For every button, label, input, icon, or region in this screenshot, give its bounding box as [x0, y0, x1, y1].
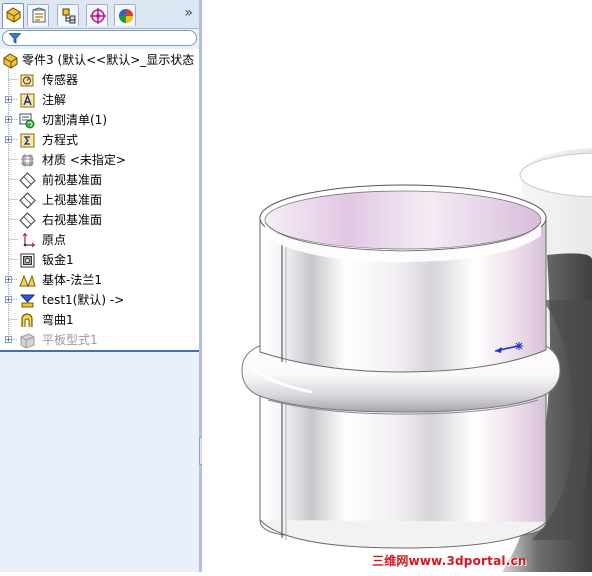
tree-item-annotations[interactable]: + 注解 [0, 90, 199, 110]
tree-item-label: 钣金1 [42, 253, 74, 267]
feature-manager-panel: » 零件3 (默认<<默认>_显示状态 传感器 + 注解 + 切割清单(1) +… [0, 0, 199, 572]
expand-toggle-icon[interactable]: + [5, 116, 12, 124]
tab-display-manager[interactable] [114, 4, 136, 26]
tree-item-cut-list[interactable]: + 切割清单(1) [0, 110, 199, 130]
tree-item-label: 注解 [42, 93, 67, 107]
watermark-text: 三维网www.3dportal.cn [372, 554, 527, 568]
tree-bottom-border [0, 350, 199, 352]
main-cylinder[interactable] [241, 184, 561, 549]
tree-item-label: 切割清单(1) [42, 113, 107, 127]
tree-item-label: 传感器 [42, 73, 79, 87]
plane-icon [19, 212, 36, 229]
tree-item-sensors[interactable]: 传感器 [0, 70, 199, 90]
tree-item-top-plane[interactable]: 上视基准面 [0, 190, 199, 210]
manager-tabs: » [0, 0, 199, 29]
tree-item-front-plane[interactable]: 前视基准面 [0, 170, 199, 190]
sheet-metal-icon [19, 252, 36, 269]
tree-item-origin[interactable]: 原点 [0, 230, 199, 250]
tree-item-right-plane[interactable]: 右视基准面 [0, 210, 199, 230]
annotation-icon [19, 92, 36, 109]
tree-item-label: 前视基准面 [42, 173, 103, 187]
configuration-manager-icon [62, 8, 76, 24]
expand-toggle-icon[interactable]: + [5, 336, 12, 344]
bend-icon [19, 312, 36, 329]
collapse-panel-chevron-icon[interactable]: » [184, 6, 193, 20]
feature-manager-icon [6, 7, 21, 23]
origin-icon [19, 232, 36, 249]
expand-toggle-icon[interactable]: + [5, 296, 12, 304]
property-manager-icon [32, 7, 46, 23]
tree-item-label: 零件3 (默认<<默认>_显示状态 [22, 53, 195, 67]
plane-icon [19, 172, 36, 189]
tree-item-label: 材质 <未指定> [42, 153, 126, 167]
base-flange-icon [19, 272, 36, 289]
tab-dimxpert-manager[interactable] [86, 4, 108, 26]
material-icon [19, 152, 36, 169]
plane-icon [19, 192, 36, 209]
library-feature-icon [19, 292, 36, 309]
tree-item-bend[interactable]: 弯曲1 [0, 310, 199, 330]
expand-toggle-icon[interactable]: + [5, 136, 12, 144]
tree-item-root-part[interactable]: 零件3 (默认<<默认>_显示状态 [0, 50, 199, 70]
tree-item-label: 上视基准面 [42, 193, 103, 207]
expand-toggle-icon[interactable]: + [5, 96, 12, 104]
filter-icon[interactable] [9, 33, 21, 44]
tree-item-label: 右视基准面 [42, 213, 103, 227]
tab-feature-manager[interactable] [2, 3, 24, 28]
display-manager-icon [119, 9, 133, 23]
feature-tree: 零件3 (默认<<默认>_显示状态 传感器 + 注解 + 切割清单(1) + 方… [0, 49, 199, 352]
tree-item-equations[interactable]: + 方程式 [0, 130, 199, 150]
part-icon [2, 52, 19, 69]
tree-item-label: 方程式 [42, 133, 79, 147]
tree-item-sheet-metal[interactable]: 钣金1 [0, 250, 199, 270]
equation-icon [19, 132, 36, 149]
cut-list-icon [19, 112, 36, 129]
tree-item-label: 弯曲1 [42, 313, 74, 327]
tree-item-label: 基体-法兰1 [42, 273, 102, 287]
flat-pattern-icon [19, 332, 36, 349]
tree-item-test1[interactable]: + test1(默认) -> [0, 290, 199, 310]
sensor-icon [19, 72, 36, 89]
tree-filter-field[interactable] [2, 30, 197, 46]
expand-toggle-icon[interactable]: + [5, 276, 12, 284]
dimxpert-manager-icon [90, 8, 106, 24]
graphics-viewport[interactable]: 三维网www.3dportal.cn [202, 0, 592, 573]
tree-item-material[interactable]: 材质 <未指定> [0, 150, 199, 170]
tree-item-flat-pattern[interactable]: + 平板型式1 [0, 330, 199, 350]
tab-property-manager[interactable] [27, 4, 49, 26]
tab-configuration-manager[interactable] [57, 4, 79, 26]
tree-item-label: 平板型式1 [42, 333, 98, 347]
tree-item-base-flange[interactable]: + 基体-法兰1 [0, 270, 199, 290]
tree-item-label: 原点 [42, 233, 67, 247]
tree-item-label: test1(默认) -> [42, 293, 125, 307]
model-graphics[interactable] [202, 0, 592, 573]
